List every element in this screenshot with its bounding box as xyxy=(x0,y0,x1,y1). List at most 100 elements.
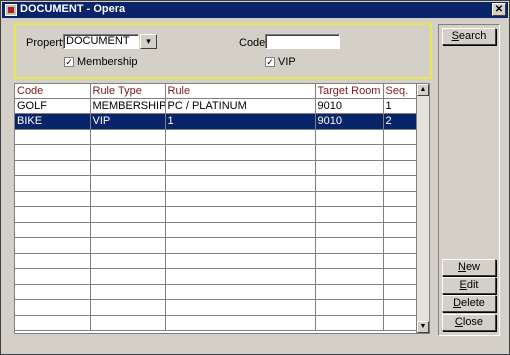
table-cell xyxy=(165,175,316,192)
table-cell xyxy=(383,299,416,316)
table-cell xyxy=(315,268,384,285)
table-cell xyxy=(15,144,91,161)
table-cell xyxy=(315,175,384,192)
table-row[interactable] xyxy=(15,253,416,269)
table-cell xyxy=(15,222,91,238)
filter-panel xyxy=(14,23,432,79)
table-cell xyxy=(383,268,416,285)
window-title: DOCUMENT - Opera xyxy=(20,3,126,15)
table-cell xyxy=(90,315,166,331)
table-row[interactable] xyxy=(15,160,416,176)
table-cell xyxy=(165,268,316,285)
table-cell xyxy=(90,299,166,316)
vip-checkbox[interactable]: ✓ xyxy=(265,57,275,67)
table-row[interactable] xyxy=(15,315,416,331)
table-cell xyxy=(165,299,316,316)
table-cell xyxy=(90,144,166,161)
search-button[interactable]: Search xyxy=(442,28,496,45)
table-row[interactable] xyxy=(15,191,416,207)
table-row[interactable] xyxy=(15,206,416,223)
table-cell xyxy=(165,144,316,161)
grid-scrollbar[interactable]: ▲ ▼ xyxy=(416,83,430,334)
table-cell: 9010 xyxy=(315,98,384,114)
table-cell xyxy=(165,222,316,238)
vip-label: VIP xyxy=(278,56,296,68)
property-lov-button[interactable]: ▾ xyxy=(140,34,157,49)
table-cell: MEMBERSHIP xyxy=(90,98,166,114)
table-cell xyxy=(383,206,416,223)
table-cell xyxy=(15,160,91,176)
table-cell xyxy=(90,268,166,285)
property-field[interactable]: DOCUMENT xyxy=(63,34,139,49)
table-row[interactable] xyxy=(15,222,416,238)
table-cell xyxy=(383,129,416,145)
app-icon xyxy=(5,4,17,16)
table-cell xyxy=(315,160,384,176)
table-cell xyxy=(315,284,384,300)
close-window-button[interactable]: ✕ xyxy=(492,3,506,16)
dropdown-arrow-icon: ▾ xyxy=(146,36,151,46)
table-cell xyxy=(383,284,416,300)
table-row[interactable] xyxy=(15,129,416,145)
table-cell xyxy=(90,175,166,192)
table-row[interactable]: BIKE VIP 1 9010 2 xyxy=(15,113,416,130)
table-cell xyxy=(15,299,91,316)
table-cell xyxy=(383,160,416,176)
table-row[interactable] xyxy=(15,268,416,285)
table-cell xyxy=(383,222,416,238)
table-cell xyxy=(165,315,316,331)
table-cell xyxy=(383,191,416,207)
table-cell xyxy=(90,237,166,254)
membership-checkbox[interactable]: ✓ xyxy=(64,57,74,67)
table-cell xyxy=(165,237,316,254)
table-cell: VIP xyxy=(90,113,166,130)
scroll-down-icon[interactable]: ▼ xyxy=(417,321,429,333)
table-cell xyxy=(90,160,166,176)
delete-button[interactable]: Delete xyxy=(442,295,496,312)
column-header[interactable]: Code xyxy=(15,84,91,99)
table-cell xyxy=(315,129,384,145)
new-button[interactable]: New xyxy=(442,259,496,276)
table-cell xyxy=(15,191,91,207)
table-cell xyxy=(15,315,91,331)
table-cell: PC / PLATINUM xyxy=(165,98,316,114)
table-cell xyxy=(15,253,91,269)
table-cell: BIKE xyxy=(15,113,91,130)
table-row[interactable] xyxy=(15,284,416,300)
table-row[interactable] xyxy=(15,175,416,192)
table-cell xyxy=(165,160,316,176)
close-button[interactable]: Close xyxy=(442,314,496,331)
column-header[interactable]: Rule Type xyxy=(90,84,166,99)
table-row[interactable] xyxy=(15,237,416,254)
table-cell: 9010 xyxy=(315,113,384,130)
table-cell xyxy=(90,191,166,207)
code-label: Code xyxy=(239,37,266,49)
table-cell xyxy=(383,253,416,269)
column-header[interactable]: Target Room xyxy=(315,84,384,99)
table-cell xyxy=(165,206,316,223)
table-row[interactable] xyxy=(15,299,416,316)
column-header[interactable]: Seq. xyxy=(383,84,416,99)
table-cell xyxy=(315,253,384,269)
table-cell xyxy=(315,144,384,161)
table-row[interactable] xyxy=(15,144,416,161)
table-row[interactable]: GOLF MEMBERSHIP PC / PLATINUM 9010 1 xyxy=(15,98,416,114)
table-cell xyxy=(15,206,91,223)
table-cell: 2 xyxy=(383,113,416,130)
table-cell xyxy=(90,284,166,300)
table-cell xyxy=(165,129,316,145)
title-bar: DOCUMENT - Opera ✕ xyxy=(2,2,508,18)
code-field[interactable] xyxy=(265,34,340,49)
document-window: DOCUMENT - Opera ✕ Property DOCUMENT ▾ C… xyxy=(0,0,510,355)
table-cell: GOLF xyxy=(15,98,91,114)
property-label: Property xyxy=(26,37,68,49)
table-cell xyxy=(90,129,166,145)
edit-button[interactable]: Edit xyxy=(442,277,496,294)
table-cell xyxy=(315,315,384,331)
table-cell xyxy=(90,206,166,223)
column-header[interactable]: Rule xyxy=(165,84,316,99)
table-cell xyxy=(383,315,416,331)
table-cell xyxy=(383,237,416,254)
scroll-up-icon[interactable]: ▲ xyxy=(417,84,429,96)
table-cell xyxy=(383,175,416,192)
